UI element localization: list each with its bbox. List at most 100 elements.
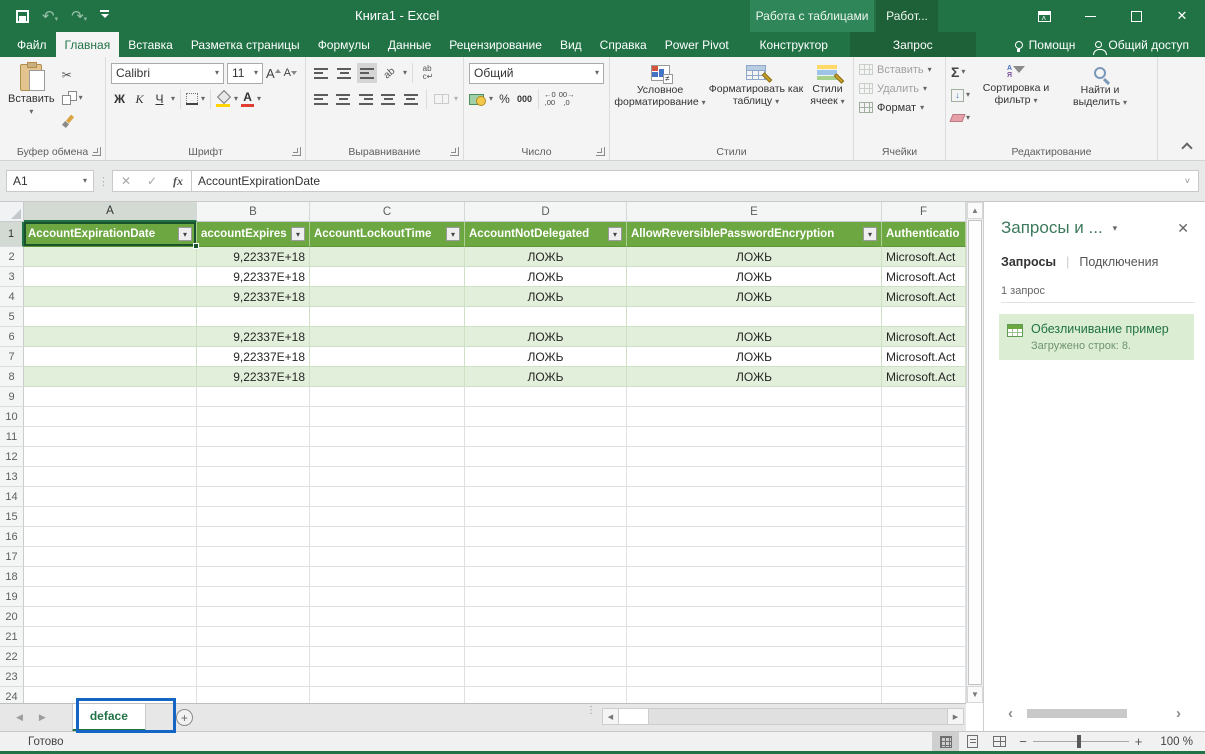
increase-indent-button[interactable]: [401, 89, 421, 109]
cell-D11[interactable]: [465, 427, 627, 447]
cell-E7[interactable]: ЛОЖЬ: [627, 347, 882, 367]
cell-D15[interactable]: [465, 507, 627, 527]
row-header-11[interactable]: 11: [0, 427, 24, 447]
horizontal-scrollbar[interactable]: ◀ ▶: [602, 708, 964, 725]
align-middle-button[interactable]: [334, 63, 354, 83]
cell-F4[interactable]: Microsoft.Act: [882, 287, 966, 307]
format-cells-button[interactable]: Формат▾: [857, 98, 942, 117]
row-header-2[interactable]: 2: [0, 247, 24, 267]
cell-A21[interactable]: [24, 627, 197, 647]
row-header-10[interactable]: 10: [0, 407, 24, 427]
cell-A11[interactable]: [24, 427, 197, 447]
query-list-item[interactable]: Обезличивание пример Загружено строк: 8.: [999, 314, 1194, 360]
cell-F10[interactable]: [882, 407, 966, 427]
cell-B4[interactable]: 9,22337E+18: [197, 287, 310, 307]
row-header-12[interactable]: 12: [0, 447, 24, 467]
cell-C6[interactable]: [310, 327, 465, 347]
cell-A2[interactable]: [24, 247, 197, 267]
cell-B7[interactable]: 9,22337E+18: [197, 347, 310, 367]
new-sheet-button[interactable]: +: [176, 709, 193, 726]
decrease-font-size-button[interactable]: А: [284, 67, 297, 79]
zoom-in-button[interactable]: +: [1129, 734, 1149, 749]
cell-D9[interactable]: [465, 387, 627, 407]
align-left-button[interactable]: [311, 89, 331, 109]
bold-button[interactable]: Ж: [111, 92, 128, 106]
row-header-5[interactable]: 5: [0, 307, 24, 327]
zoom-slider-thumb[interactable]: [1077, 735, 1081, 748]
dialog-launcher-icon[interactable]: [92, 147, 101, 156]
cell-B6[interactable]: 9,22337E+18: [197, 327, 310, 347]
cell-A19[interactable]: [24, 587, 197, 607]
ribbon-tab-Вставка[interactable]: Вставка: [119, 32, 182, 57]
cell-F11[interactable]: [882, 427, 966, 447]
cell-F19[interactable]: [882, 587, 966, 607]
cell-E14[interactable]: [627, 487, 882, 507]
cell-B17[interactable]: [197, 547, 310, 567]
cell-D12[interactable]: [465, 447, 627, 467]
row-header-22[interactable]: 22: [0, 647, 24, 667]
cell-F7[interactable]: Microsoft.Act: [882, 347, 966, 367]
cell-A10[interactable]: [24, 407, 197, 427]
paste-button[interactable]: Вставить ▾: [3, 60, 60, 136]
cell-E8[interactable]: ЛОЖЬ: [627, 367, 882, 387]
cell-C14[interactable]: [310, 487, 465, 507]
confirm-entry-button[interactable]: ✓: [139, 174, 165, 188]
panel-scroll-right-icon[interactable]: ›: [1176, 706, 1181, 721]
cell-A6[interactable]: [24, 327, 197, 347]
cell-F16[interactable]: [882, 527, 966, 547]
cell-F24[interactable]: [882, 687, 966, 703]
cell-A18[interactable]: [24, 567, 197, 587]
scroll-right-icon[interactable]: ▶: [947, 709, 963, 724]
insert-function-button[interactable]: fx: [165, 174, 191, 189]
cell-F23[interactable]: [882, 667, 966, 687]
cell-D23[interactable]: [465, 667, 627, 687]
underline-button[interactable]: Ч: [151, 92, 168, 106]
cell-E13[interactable]: [627, 467, 882, 487]
dropdown-arrow-icon[interactable]: ▾: [454, 95, 458, 103]
ribbon-tab-Запрос[interactable]: Запрос: [850, 32, 976, 57]
cell-B22[interactable]: [197, 647, 310, 667]
cell-C7[interactable]: [310, 347, 465, 367]
cell-E4[interactable]: ЛОЖЬ: [627, 287, 882, 307]
find-select-button[interactable]: Найти и выделить ▾: [1060, 60, 1140, 144]
cell-D21[interactable]: [465, 627, 627, 647]
tabbar-resize-handle[interactable]: ⋮: [586, 708, 596, 714]
row-header-8[interactable]: 8: [0, 367, 24, 387]
cell-E6[interactable]: ЛОЖЬ: [627, 327, 882, 347]
cell-A15[interactable]: [24, 507, 197, 527]
zoom-out-button[interactable]: −: [1013, 734, 1033, 749]
cell-E20[interactable]: [627, 607, 882, 627]
formula-input[interactable]: AccountExpirationDate: [198, 174, 1185, 188]
cell-C20[interactable]: [310, 607, 465, 627]
align-right-button[interactable]: [356, 89, 376, 109]
cell-E24[interactable]: [627, 687, 882, 703]
redo-icon[interactable]: ↷▾: [71, 9, 87, 24]
cell-D24[interactable]: [465, 687, 627, 703]
cell-C4[interactable]: [310, 287, 465, 307]
cell-A23[interactable]: [24, 667, 197, 687]
decrease-indent-button[interactable]: [379, 89, 399, 109]
header-cell-E1[interactable]: AllowReversiblePasswordEncryption▾: [627, 222, 882, 247]
ribbon-tab-Формулы[interactable]: Формулы: [309, 32, 379, 57]
align-center-button[interactable]: [334, 89, 354, 109]
cell-D2[interactable]: ЛОЖЬ: [465, 247, 627, 267]
cell-B5[interactable]: [197, 307, 310, 327]
cell-B3[interactable]: 9,22337E+18: [197, 267, 310, 287]
cell-A22[interactable]: [24, 647, 197, 667]
horizontal-scroll-thumb[interactable]: [619, 709, 649, 724]
cell-B19[interactable]: [197, 587, 310, 607]
header-cell-F1[interactable]: Authenticatio: [882, 222, 966, 247]
increase-decimal-button[interactable]: ←0 ,00: [544, 91, 556, 108]
cell-C11[interactable]: [310, 427, 465, 447]
cell-E15[interactable]: [627, 507, 882, 527]
ribbon-tab-Справка[interactable]: Справка: [591, 32, 656, 57]
cell-C15[interactable]: [310, 507, 465, 527]
panel-scroll-left-icon[interactable]: ‹: [1008, 706, 1013, 721]
ribbon-tab-Power Pivot[interactable]: Power Pivot: [656, 32, 738, 57]
cell-C18[interactable]: [310, 567, 465, 587]
cell-E18[interactable]: [627, 567, 882, 587]
scroll-left-icon[interactable]: ◀: [603, 709, 619, 724]
cell-B13[interactable]: [197, 467, 310, 487]
cell-C9[interactable]: [310, 387, 465, 407]
copy-button[interactable]: ▾: [62, 89, 83, 107]
